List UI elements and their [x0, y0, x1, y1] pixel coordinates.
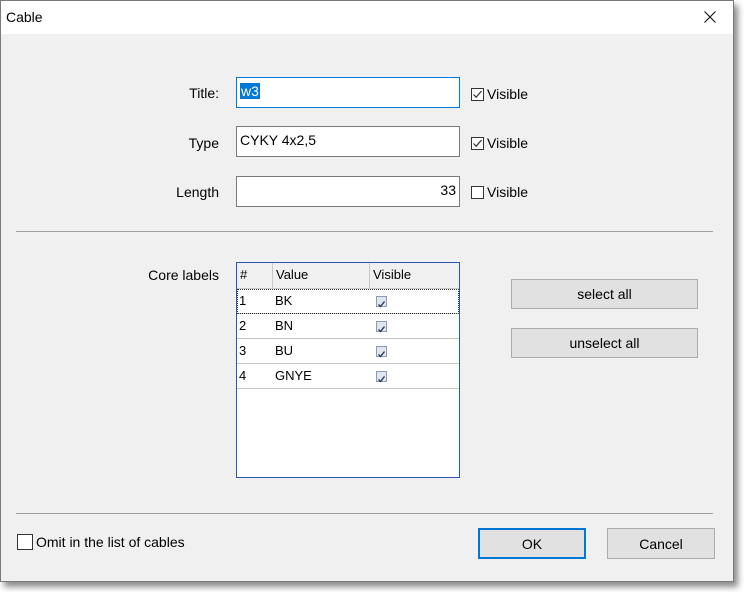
row-number: 1 — [239, 293, 247, 308]
row-visible-checkbox[interactable] — [376, 346, 387, 358]
checkmark-icon — [378, 376, 386, 383]
title-label: Title: — [189, 85, 219, 101]
close-icon — [704, 11, 716, 23]
table-row[interactable]: 4 GNYE — [237, 364, 459, 389]
checkbox-box — [471, 185, 484, 199]
row-visible-cell — [370, 339, 458, 363]
row-visible-cell — [370, 364, 458, 388]
select-all-button[interactable]: select all — [511, 279, 698, 309]
unselect-all-button[interactable]: unselect all — [511, 328, 698, 358]
title-visible-label: Visible — [487, 86, 528, 102]
column-header-value[interactable]: Value — [273, 263, 370, 288]
checkbox-box — [17, 534, 33, 550]
type-input-value: CYKY 4x2,5 — [240, 132, 317, 148]
window-title: Cable — [6, 9, 43, 25]
row-value[interactable]: BN — [273, 314, 370, 338]
grid-header: # Value Visible — [237, 263, 459, 289]
row-number: 3 — [239, 343, 247, 358]
title-bar: Cable — [1, 1, 733, 34]
cancel-button[interactable]: Cancel — [607, 528, 715, 559]
type-label: Type — [188, 135, 219, 151]
title-input[interactable]: w3 — [236, 77, 460, 108]
row-number: 4 — [239, 368, 247, 383]
type-visible-label: Visible — [487, 135, 528, 151]
type-visible-checkbox[interactable]: Visible — [471, 135, 528, 151]
row-value[interactable]: BU — [273, 339, 370, 363]
close-button[interactable] — [687, 1, 733, 34]
table-row[interactable]: 2 BN — [237, 314, 459, 339]
omit-label: Omit in the list of cables — [36, 534, 185, 550]
checkmark-icon — [378, 351, 386, 358]
length-input-value: 33 — [440, 182, 456, 198]
checkmark-icon — [473, 90, 482, 98]
core-labels-label: Core labels — [148, 267, 219, 283]
row-value[interactable]: BK — [273, 289, 370, 313]
table-row[interactable]: 1 BK — [237, 289, 459, 314]
cable-dialog: Cable Title: w3 Visible Type CYKY 4x2,5 … — [0, 0, 734, 582]
checkmark-icon — [378, 301, 386, 308]
length-visible-label: Visible — [487, 184, 528, 200]
row-visible-cell — [370, 314, 458, 338]
title-visible-checkbox[interactable]: Visible — [471, 86, 528, 102]
separator — [16, 513, 713, 514]
checkbox-box — [471, 136, 484, 150]
checkbox-box — [471, 87, 484, 101]
omit-checkbox[interactable]: Omit in the list of cables — [17, 534, 185, 550]
row-visible-cell — [370, 289, 458, 313]
column-header-visible[interactable]: Visible — [370, 263, 458, 288]
row-visible-checkbox[interactable] — [376, 371, 387, 383]
length-label: Length — [176, 184, 219, 200]
checkmark-icon — [473, 139, 482, 147]
row-visible-checkbox[interactable] — [376, 321, 387, 333]
row-value[interactable]: GNYE — [273, 364, 370, 388]
column-header-number[interactable]: # — [237, 263, 273, 288]
core-labels-grid[interactable]: # Value Visible 1 BK 2 BN 3 BU 4 GNYE — [236, 262, 460, 478]
length-visible-checkbox[interactable]: Visible — [471, 184, 528, 200]
row-number: 2 — [239, 318, 247, 333]
row-visible-checkbox[interactable] — [376, 296, 387, 308]
table-row[interactable]: 3 BU — [237, 339, 459, 364]
separator — [16, 231, 713, 232]
length-input[interactable]: 33 — [236, 176, 460, 207]
title-input-value: w3 — [240, 83, 260, 99]
type-input[interactable]: CYKY 4x2,5 — [236, 126, 460, 157]
checkmark-icon — [378, 326, 386, 333]
ok-button[interactable]: OK — [478, 528, 586, 559]
